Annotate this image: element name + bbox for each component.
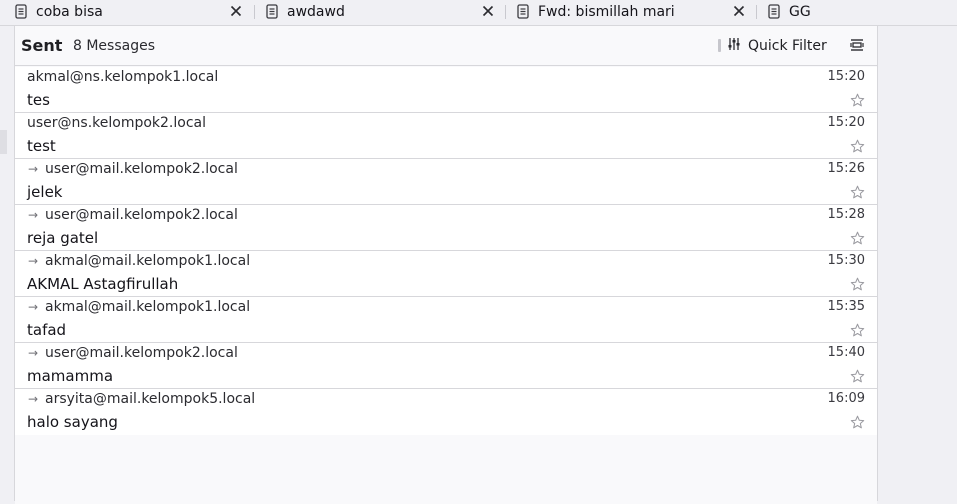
thread-pane-header: Sent 8 Messages Quick Filter xyxy=(15,26,877,66)
message-time: 15:40 xyxy=(827,345,865,360)
star-icon[interactable] xyxy=(850,185,865,200)
star-icon[interactable] xyxy=(850,231,865,246)
message-list-pane: Sent 8 Messages Quick Filter akmal@ns.ke… xyxy=(14,26,877,504)
folder-name: Sent xyxy=(21,36,63,55)
message-sender: → akmal@mail.kelompok1.local xyxy=(27,253,251,269)
message-preview-pane xyxy=(877,26,957,501)
replied-arrow-icon: → xyxy=(27,254,39,268)
message-time: 15:28 xyxy=(827,207,865,222)
document-icon xyxy=(14,4,28,19)
document-icon xyxy=(516,4,530,19)
message-subject: jelek xyxy=(27,183,63,201)
tab-title: awdawd xyxy=(287,3,345,20)
message-sender: → arsyita@mail.kelompok5.local xyxy=(27,391,256,407)
message-sender: akmal@ns.kelompok1.local xyxy=(27,69,219,85)
message-row[interactable]: → akmal@mail.kelompok1.local 15:35 tafad xyxy=(15,297,877,343)
tab-gg[interactable]: GG xyxy=(767,0,877,23)
replied-arrow-icon: → xyxy=(27,392,39,406)
star-icon[interactable] xyxy=(850,277,865,292)
message-sender: → user@mail.kelompok2.local xyxy=(27,207,238,223)
replied-arrow-icon: → xyxy=(27,300,39,314)
close-icon[interactable] xyxy=(730,2,748,20)
message-subject: tes xyxy=(27,91,50,109)
splitter-handle[interactable] xyxy=(0,130,7,154)
tab-fwd-bismillah-mari[interactable]: Fwd: bismillah mari xyxy=(516,0,751,23)
tab-title: coba bisa xyxy=(36,3,103,20)
message-sender: → user@mail.kelompok2.local xyxy=(27,161,238,177)
close-icon[interactable] xyxy=(479,2,497,20)
message-row[interactable]: → user@mail.kelompok2.local 15:40 mamamma xyxy=(15,343,877,389)
tab-separator xyxy=(254,5,255,19)
document-icon xyxy=(767,4,781,19)
tab-coba-bisa[interactable]: coba bisa xyxy=(14,0,249,23)
message-subject: AKMAL Astagfirullah xyxy=(27,275,179,293)
quick-filter-label: Quick Filter xyxy=(748,38,827,54)
tab-separator xyxy=(756,5,757,19)
star-icon[interactable] xyxy=(850,139,865,154)
message-list: akmal@ns.kelompok1.local 15:20 tes user@… xyxy=(15,67,877,504)
tab-title: GG xyxy=(789,3,811,20)
message-row[interactable]: → user@mail.kelompok2.local 15:28 reja ga… xyxy=(15,205,877,251)
message-subject: tafad xyxy=(27,321,67,339)
replied-arrow-icon: → xyxy=(27,346,39,360)
tab-bar: coba bisa awdawd Fwd: bismillah mari GG xyxy=(0,0,957,26)
star-icon[interactable] xyxy=(850,323,865,338)
message-sender: → akmal@mail.kelompok1.local xyxy=(27,299,251,315)
message-row[interactable]: → arsyita@mail.kelompok5.local 16:09 halo… xyxy=(15,389,877,435)
display-options-icon[interactable] xyxy=(849,37,865,53)
message-subject: mamamma xyxy=(27,367,114,385)
message-sender: user@ns.kelompok2.local xyxy=(27,115,207,131)
document-icon xyxy=(265,4,279,19)
tab-title: Fwd: bismillah mari xyxy=(538,3,675,20)
message-row[interactable]: user@ns.kelompok2.local 15:20 test xyxy=(15,113,877,159)
replied-arrow-icon: → xyxy=(27,162,39,176)
message-list-empty-space xyxy=(15,435,877,504)
message-subject: halo sayang xyxy=(27,413,118,431)
message-time: 16:09 xyxy=(827,391,865,406)
tab-awdawd[interactable]: awdawd xyxy=(265,0,500,23)
message-subject: test xyxy=(27,137,56,155)
message-row[interactable]: akmal@ns.kelompok1.local 15:20 tes xyxy=(15,67,877,113)
message-time: 15:20 xyxy=(827,115,865,130)
tab-separator xyxy=(505,5,506,19)
message-row[interactable]: → akmal@mail.kelompok1.local 15:30 AKMAL … xyxy=(15,251,877,297)
header-divider xyxy=(718,39,721,52)
message-time: 15:30 xyxy=(827,253,865,268)
quick-filter-button[interactable]: Quick Filter xyxy=(727,35,827,57)
message-sender: → user@mail.kelompok2.local xyxy=(27,345,238,361)
message-count: 8 Messages xyxy=(73,38,156,54)
star-icon[interactable] xyxy=(850,369,865,384)
message-time: 15:20 xyxy=(827,69,865,84)
close-icon[interactable] xyxy=(227,2,245,20)
replied-arrow-icon: → xyxy=(27,208,39,222)
message-row[interactable]: → user@mail.kelompok2.local 15:26 jelek xyxy=(15,159,877,205)
message-time: 15:26 xyxy=(827,161,865,176)
filter-sliders-icon xyxy=(727,37,741,55)
star-icon[interactable] xyxy=(850,415,865,430)
message-time: 15:35 xyxy=(827,299,865,314)
star-icon[interactable] xyxy=(850,93,865,108)
folder-pane-edge xyxy=(0,26,14,501)
message-subject: reja gatel xyxy=(27,229,99,247)
